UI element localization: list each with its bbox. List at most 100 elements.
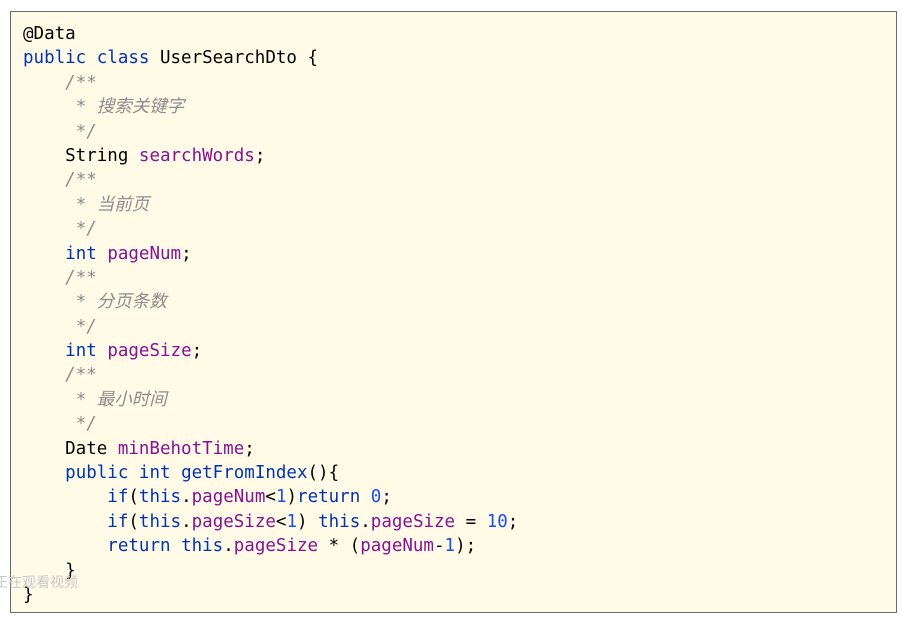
code-token-plain: ( [128,511,139,532]
code-line: } [23,559,518,583]
code-token-field: pageSize [191,511,276,532]
code-line: int pageNum; [23,242,518,266]
code-token-plain: * ( [318,536,361,557]
code-line: /** [23,71,518,95]
code-token-plain: ; [244,438,255,459]
code-line: @Data [23,22,518,46]
code-token-kw: this [138,487,182,508]
code-token-plain: @Data [23,24,76,44]
code-token-plain: ; [254,145,266,166]
code-token-plain: ) [297,511,319,532]
code-token-comment: */ [75,219,97,240]
code-token-comment: * 最小时间 [75,389,167,410]
code-token-plain: String [23,145,139,166]
code-line: */ [23,315,518,339]
code-token-num: 1 [444,536,456,557]
code-token-kw: public int [65,463,171,484]
code-line: * 搜索关键字 [23,95,518,119]
code-token-comment: /** [65,365,97,386]
code-token-plain: - [433,536,445,557]
code-line: */ [23,120,518,144]
code-token-plain: ) [286,487,298,508]
code-line: Date minBehotTime; [23,437,518,461]
code-snippet-panel: @Data public class UserSearchDto { /** * … [10,11,897,613]
code-token-kw: this [181,536,224,557]
code-token-plain: ; [191,341,203,362]
code-line: * 分页条数 [23,290,518,314]
code-token-comment: */ [75,414,97,435]
code-token-comment: /** [65,170,97,191]
code-token-num: 1 [275,487,287,508]
code-line: /** [23,168,518,192]
code-token-num: 0 [370,487,382,508]
code-token-plain: . [181,487,192,508]
code-token-field: pageNum [107,243,182,264]
code-token-kw: this [138,511,182,532]
code-line: } [23,583,518,607]
code-token-plain: = [455,511,487,532]
code-token-field: minBehotTime [117,438,245,459]
code-line: public class UserSearchDto { [23,46,518,70]
code-token-plain: ; [507,511,519,532]
code-token-kw: if [107,487,129,508]
code-line: String searchWords; [23,144,518,168]
code-line: /** [23,266,518,290]
code-token-plain: . [181,511,192,532]
code-token-comment: * 分页条数 [75,292,167,313]
code-token-comment: */ [75,316,97,337]
code-token-plain: . [223,536,234,557]
code-token-field: pageSize [107,341,192,362]
code-token-kw: getFromIndex [181,463,308,484]
code-token-field: searchWords [138,145,255,166]
code-token-kw: int [65,243,97,264]
code-token-comment: /** [65,267,97,288]
code-token-comment: * 搜索关键字 [75,97,185,118]
code-line: if(this.pageSize<1) this.pageSize = 10; [23,510,518,534]
code-token-field: pageSize [233,536,319,557]
code-line: */ [23,412,518,436]
code-line: * 最小时间 [23,388,518,412]
code-token-comment: * 当前页 [75,194,150,215]
code-line: /** [23,363,518,387]
code-token-plain: (){ [307,463,340,484]
code-token-plain: . [360,511,371,532]
code-token-num: 1 [286,511,298,532]
code-token-kw: public class [23,48,150,69]
video-watermark: 正在观看视频 [0,575,78,591]
code-token-kw: return [107,536,171,557]
code-token-plain: ( [128,487,139,508]
code-token-field: pageSize [370,511,456,532]
code-token-plain: < [275,511,287,532]
code-token-kw: this [318,511,361,532]
code-token-plain: UserSearchDto { [149,48,319,69]
code-token-plain: ); [455,536,477,557]
code-line: */ [23,217,518,241]
code-token-plain: ; [181,243,192,264]
code-token-kw: if [107,511,129,532]
code-token-plain: < [265,487,276,508]
code-line: public int getFromIndex(){ [23,461,518,485]
code-token-kw: int [65,341,97,362]
code-line: if(this.pageNum<1)return 0; [23,485,518,509]
code-token-plain: Date [23,438,118,459]
code-line: return this.pageSize * (pageNum-1); [23,534,518,558]
